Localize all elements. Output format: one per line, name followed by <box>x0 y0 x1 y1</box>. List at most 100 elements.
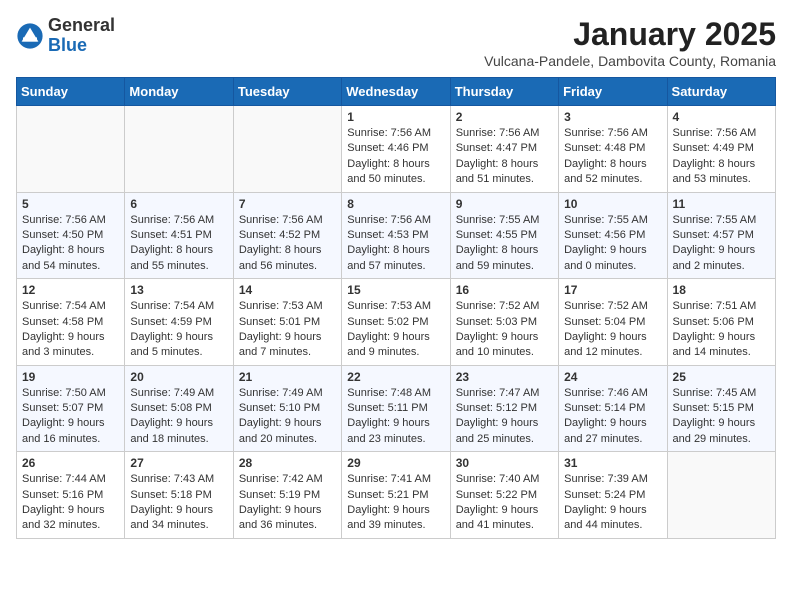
day-info: Sunrise: 7:52 AM Sunset: 5:04 PM Dayligh… <box>564 299 661 361</box>
day-info: Sunrise: 7:56 AM Sunset: 4:53 PM Dayligh… <box>347 213 444 275</box>
calendar-day-cell <box>667 452 775 539</box>
day-info: Sunrise: 7:56 AM Sunset: 4:49 PM Dayligh… <box>673 126 770 188</box>
day-info: Sunrise: 7:56 AM Sunset: 4:48 PM Dayligh… <box>564 126 661 188</box>
location: Vulcana-Pandele, Dambovita County, Roman… <box>484 53 776 69</box>
calendar-week-row: 26 Sunrise: 7:44 AM Sunset: 5:16 PM Dayli… <box>17 452 776 539</box>
calendar-day-cell: 29 Sunrise: 7:41 AM Sunset: 5:21 PM Dayli… <box>342 452 450 539</box>
day-info: Sunrise: 7:49 AM Sunset: 5:08 PM Dayligh… <box>130 386 227 448</box>
calendar-day-cell: 31 Sunrise: 7:39 AM Sunset: 5:24 PM Dayli… <box>559 452 667 539</box>
day-info: Sunrise: 7:56 AM Sunset: 4:51 PM Dayligh… <box>130 213 227 275</box>
calendar-day-cell: 9 Sunrise: 7:55 AM Sunset: 4:55 PM Daylig… <box>450 192 558 279</box>
day-number: 3 <box>564 110 661 124</box>
day-number: 20 <box>130 370 227 384</box>
day-info: Sunrise: 7:55 AM Sunset: 4:57 PM Dayligh… <box>673 213 770 275</box>
day-number: 24 <box>564 370 661 384</box>
day-info: Sunrise: 7:55 AM Sunset: 4:55 PM Dayligh… <box>456 213 553 275</box>
calendar-day-cell: 22 Sunrise: 7:48 AM Sunset: 5:11 PM Dayli… <box>342 365 450 452</box>
day-number: 27 <box>130 456 227 470</box>
day-info: Sunrise: 7:53 AM Sunset: 5:01 PM Dayligh… <box>239 299 336 361</box>
day-info: Sunrise: 7:54 AM Sunset: 4:59 PM Dayligh… <box>130 299 227 361</box>
day-number: 28 <box>239 456 336 470</box>
calendar-day-cell: 3 Sunrise: 7:56 AM Sunset: 4:48 PM Daylig… <box>559 106 667 193</box>
day-info: Sunrise: 7:47 AM Sunset: 5:12 PM Dayligh… <box>456 386 553 448</box>
day-number: 7 <box>239 197 336 211</box>
day-info: Sunrise: 7:52 AM Sunset: 5:03 PM Dayligh… <box>456 299 553 361</box>
day-number: 29 <box>347 456 444 470</box>
day-number: 19 <box>22 370 119 384</box>
day-number: 25 <box>673 370 770 384</box>
calendar-day-cell: 5Sunrise: 7:56 AM Sunset: 4:50 PM Daylig… <box>17 192 125 279</box>
day-number: 11 <box>673 197 770 211</box>
day-info: Sunrise: 7:56 AM Sunset: 4:47 PM Dayligh… <box>456 126 553 188</box>
calendar-day-cell: 4 Sunrise: 7:56 AM Sunset: 4:49 PM Daylig… <box>667 106 775 193</box>
day-number: 21 <box>239 370 336 384</box>
day-info: Sunrise: 7:41 AM Sunset: 5:21 PM Dayligh… <box>347 472 444 534</box>
day-number: 12 <box>22 283 119 297</box>
day-info: Sunrise: 7:50 AM Sunset: 5:07 PM Dayligh… <box>22 386 119 448</box>
weekday-header-cell: Sunday <box>17 78 125 106</box>
day-info: Sunrise: 7:56 AM Sunset: 4:52 PM Dayligh… <box>239 213 336 275</box>
day-number: 6 <box>130 197 227 211</box>
page-header: General Blue January 2025 Vulcana-Pandel… <box>16 16 776 69</box>
logo-general: General <box>48 16 115 36</box>
day-number: 9 <box>456 197 553 211</box>
day-number: 26 <box>22 456 119 470</box>
calendar-day-cell: 7 Sunrise: 7:56 AM Sunset: 4:52 PM Daylig… <box>233 192 341 279</box>
calendar-day-cell: 14 Sunrise: 7:53 AM Sunset: 5:01 PM Dayli… <box>233 279 341 366</box>
day-info: Sunrise: 7:45 AM Sunset: 5:15 PM Dayligh… <box>673 386 770 448</box>
day-info: Sunrise: 7:48 AM Sunset: 5:11 PM Dayligh… <box>347 386 444 448</box>
calendar-day-cell: 15Sunrise: 7:53 AM Sunset: 5:02 PM Dayli… <box>342 279 450 366</box>
title-block: January 2025 Vulcana-Pandele, Dambovita … <box>484 16 776 69</box>
calendar-day-cell: 19 Sunrise: 7:50 AM Sunset: 5:07 PM Dayli… <box>17 365 125 452</box>
day-number: 5 <box>22 197 119 211</box>
calendar-day-cell: 13 Sunrise: 7:54 AM Sunset: 4:59 PM Dayli… <box>125 279 233 366</box>
day-number: 31 <box>564 456 661 470</box>
day-info: Sunrise: 7:43 AM Sunset: 5:18 PM Dayligh… <box>130 472 227 534</box>
logo-icon <box>16 22 44 50</box>
calendar-day-cell: 30 Sunrise: 7:40 AM Sunset: 5:22 PM Dayli… <box>450 452 558 539</box>
day-number: 1 <box>347 110 444 124</box>
calendar-day-cell <box>17 106 125 193</box>
day-info: Sunrise: 7:54 AM Sunset: 4:58 PM Dayligh… <box>22 299 119 361</box>
day-info: Sunrise: 7:55 AM Sunset: 4:56 PM Dayligh… <box>564 213 661 275</box>
logo: General Blue <box>16 16 115 56</box>
logo-blue: Blue <box>48 36 115 56</box>
day-number: 8 <box>347 197 444 211</box>
day-info: Sunrise: 7:40 AM Sunset: 5:22 PM Dayligh… <box>456 472 553 534</box>
month-title: January 2025 <box>484 16 776 53</box>
day-info: Sunrise: 7:39 AM Sunset: 5:24 PM Dayligh… <box>564 472 661 534</box>
weekday-header: SundayMondayTuesdayWednesdayThursdayFrid… <box>17 78 776 106</box>
day-number: 4 <box>673 110 770 124</box>
calendar-day-cell: 21Sunrise: 7:49 AM Sunset: 5:10 PM Dayli… <box>233 365 341 452</box>
calendar-day-cell: 10 Sunrise: 7:55 AM Sunset: 4:56 PM Dayli… <box>559 192 667 279</box>
calendar-week-row: 5Sunrise: 7:56 AM Sunset: 4:50 PM Daylig… <box>17 192 776 279</box>
day-number: 13 <box>130 283 227 297</box>
calendar-day-cell: 11 Sunrise: 7:55 AM Sunset: 4:57 PM Dayli… <box>667 192 775 279</box>
calendar-day-cell: 23 Sunrise: 7:47 AM Sunset: 5:12 PM Dayli… <box>450 365 558 452</box>
day-info: Sunrise: 7:44 AM Sunset: 5:16 PM Dayligh… <box>22 472 119 534</box>
day-number: 2 <box>456 110 553 124</box>
calendar-day-cell: 26 Sunrise: 7:44 AM Sunset: 5:16 PM Dayli… <box>17 452 125 539</box>
day-number: 30 <box>456 456 553 470</box>
calendar-day-cell: 17Sunrise: 7:52 AM Sunset: 5:04 PM Dayli… <box>559 279 667 366</box>
day-number: 14 <box>239 283 336 297</box>
calendar-day-cell: 8 Sunrise: 7:56 AM Sunset: 4:53 PM Daylig… <box>342 192 450 279</box>
calendar-day-cell: 24 Sunrise: 7:46 AM Sunset: 5:14 PM Dayli… <box>559 365 667 452</box>
calendar-week-row: 19 Sunrise: 7:50 AM Sunset: 5:07 PM Dayli… <box>17 365 776 452</box>
calendar-day-cell: 2 Sunrise: 7:56 AM Sunset: 4:47 PM Daylig… <box>450 106 558 193</box>
day-number: 10 <box>564 197 661 211</box>
weekday-header-cell: Tuesday <box>233 78 341 106</box>
calendar-day-cell: 27 Sunrise: 7:43 AM Sunset: 5:18 PM Dayli… <box>125 452 233 539</box>
day-info: Sunrise: 7:42 AM Sunset: 5:19 PM Dayligh… <box>239 472 336 534</box>
day-number: 15 <box>347 283 444 297</box>
calendar-day-cell: 25 Sunrise: 7:45 AM Sunset: 5:15 PM Dayli… <box>667 365 775 452</box>
calendar-week-row: 1 Sunrise: 7:56 AM Sunset: 4:46 PM Daylig… <box>17 106 776 193</box>
day-number: 22 <box>347 370 444 384</box>
weekday-header-cell: Saturday <box>667 78 775 106</box>
calendar: SundayMondayTuesdayWednesdayThursdayFrid… <box>16 77 776 539</box>
day-number: 23 <box>456 370 553 384</box>
calendar-day-cell <box>233 106 341 193</box>
day-info: Sunrise: 7:56 AM Sunset: 4:46 PM Dayligh… <box>347 126 444 188</box>
day-info: Sunrise: 7:46 AM Sunset: 5:14 PM Dayligh… <box>564 386 661 448</box>
calendar-day-cell: 6 Sunrise: 7:56 AM Sunset: 4:51 PM Daylig… <box>125 192 233 279</box>
